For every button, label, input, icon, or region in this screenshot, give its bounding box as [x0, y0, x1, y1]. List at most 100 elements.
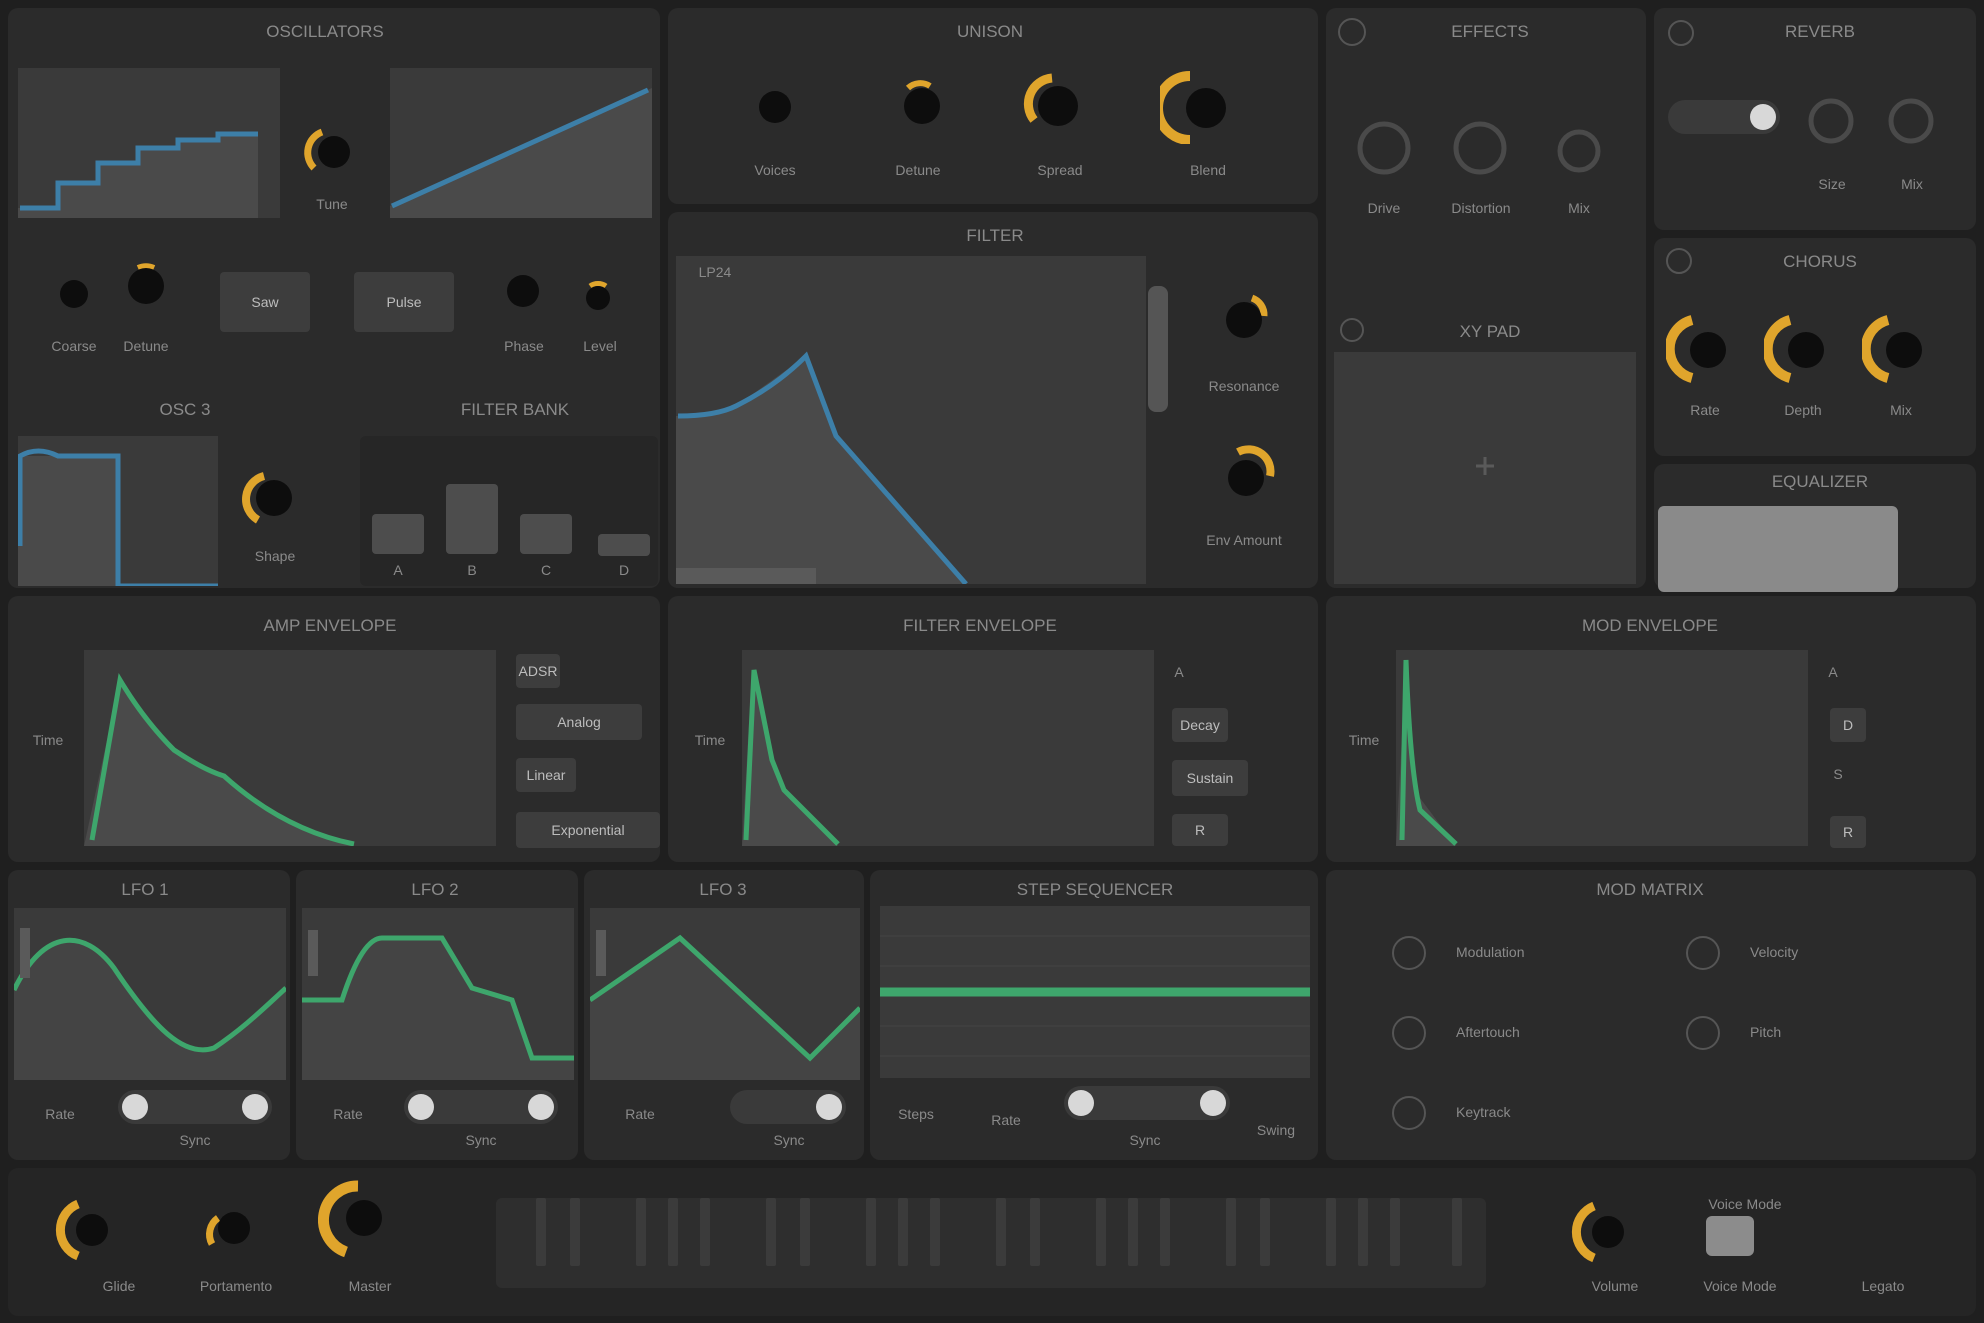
filter-slider[interactable]: [1148, 286, 1168, 412]
lfo1-graph[interactable]: [14, 908, 286, 1080]
mod-env-btn-s[interactable]: S: [1818, 766, 1858, 782]
unison-voices-knob[interactable]: [752, 84, 798, 130]
master-knob[interactable]: [318, 1180, 396, 1258]
volume-knob[interactable]: [1570, 1200, 1634, 1264]
chorus-depth-knob[interactable]: [1764, 314, 1834, 384]
filter-bank-bar-1[interactable]: [372, 514, 424, 554]
osc3-shape-knob[interactable]: [240, 468, 302, 530]
black-key[interactable]: [1128, 1198, 1138, 1266]
mod-matrix-slot-2-icon[interactable]: [1686, 936, 1720, 970]
osc-wave-select-2[interactable]: Pulse: [354, 272, 454, 332]
effects-drive-label: Drive: [1367, 200, 1401, 216]
osc-level-knob[interactable]: [578, 276, 618, 316]
osc-tune-knob[interactable]: [300, 122, 360, 182]
osc3-wave[interactable]: [18, 436, 218, 586]
reverb-mix-knob[interactable]: [1886, 96, 1936, 146]
black-key[interactable]: [1096, 1198, 1106, 1266]
lfo2-sync-toggle[interactable]: [404, 1090, 558, 1124]
unison-blend-knob[interactable]: [1160, 68, 1236, 144]
effects-distortion-knob[interactable]: [1452, 120, 1508, 176]
black-key[interactable]: [1260, 1198, 1270, 1266]
filter-env-btn-r[interactable]: R: [1172, 814, 1228, 846]
mod-matrix-slot-5[interactable]: Keytrack: [1456, 1104, 1596, 1120]
mod-env-btn-d[interactable]: D: [1830, 708, 1866, 742]
mod-matrix-slot-3-icon[interactable]: [1392, 1016, 1426, 1050]
seq-sync-toggle[interactable]: [1064, 1086, 1230, 1120]
lfo3-graph[interactable]: [590, 908, 860, 1080]
filter-env-btn-a[interactable]: A: [1164, 664, 1194, 680]
mod-matrix-slot-4[interactable]: Pitch: [1750, 1024, 1890, 1040]
piano-keyboard[interactable]: [496, 1198, 1486, 1288]
osc-coarse-knob[interactable]: [54, 270, 94, 314]
unison-detune-knob[interactable]: [890, 72, 950, 132]
filter-bank-bar-2[interactable]: [446, 484, 498, 554]
chorus-power-icon[interactable]: [1666, 248, 1692, 274]
reverb-toggle[interactable]: [1668, 100, 1780, 134]
effects-power-icon[interactable]: [1338, 18, 1366, 46]
black-key[interactable]: [570, 1198, 580, 1266]
mod-matrix-slot-1-icon[interactable]: [1392, 936, 1426, 970]
black-key[interactable]: [536, 1198, 546, 1266]
amp-envelope-graph[interactable]: [84, 650, 496, 846]
black-key[interactable]: [866, 1198, 876, 1266]
eq-display[interactable]: [1658, 506, 1898, 592]
amp-env-mode-linear[interactable]: Linear: [516, 758, 576, 792]
xy-pad-power-icon[interactable]: [1340, 318, 1364, 342]
black-key[interactable]: [898, 1198, 908, 1266]
mod-matrix-slot-1[interactable]: Modulation: [1456, 944, 1596, 960]
chorus-mix-knob[interactable]: [1862, 314, 1932, 384]
mod-matrix-slot-2[interactable]: Velocity: [1750, 944, 1890, 960]
amp-env-mode-analog[interactable]: Analog: [516, 704, 642, 740]
lfo2-graph[interactable]: [302, 908, 574, 1080]
filter-response-graph[interactable]: [676, 256, 1146, 584]
xy-pad[interactable]: [1334, 352, 1636, 584]
black-key[interactable]: [1390, 1198, 1400, 1266]
black-key[interactable]: [766, 1198, 776, 1266]
osc-wave-select-1[interactable]: Saw: [220, 272, 310, 332]
black-key[interactable]: [800, 1198, 810, 1266]
osc-detune-knob[interactable]: [118, 256, 174, 312]
mod-env-btn-a[interactable]: A: [1818, 664, 1848, 680]
filter-envelope-graph[interactable]: [742, 650, 1154, 846]
osc2-wave[interactable]: [390, 68, 652, 218]
black-key[interactable]: [1452, 1198, 1462, 1266]
black-key[interactable]: [636, 1198, 646, 1266]
black-key[interactable]: [1030, 1198, 1040, 1266]
effects-mix-knob[interactable]: [1556, 128, 1602, 174]
unison-spread-knob[interactable]: [1018, 68, 1088, 138]
reverb-size-knob[interactable]: [1806, 96, 1856, 146]
mod-matrix-slot-4-icon[interactable]: [1686, 1016, 1720, 1050]
filter-type-tag[interactable]: LP24: [690, 264, 740, 280]
portamento-knob[interactable]: [198, 1198, 262, 1262]
black-key[interactable]: [1226, 1198, 1236, 1266]
black-key[interactable]: [668, 1198, 678, 1266]
mod-matrix-slot-5-icon[interactable]: [1392, 1096, 1426, 1130]
lfo3-sync-toggle[interactable]: [730, 1090, 846, 1124]
black-key[interactable]: [996, 1198, 1006, 1266]
osc-phase-knob[interactable]: [500, 268, 546, 314]
mod-envelope-graph[interactable]: [1396, 650, 1808, 846]
black-key[interactable]: [1160, 1198, 1170, 1266]
filter-env-amount-knob[interactable]: [1214, 440, 1280, 506]
effects-drive-knob[interactable]: [1356, 120, 1412, 176]
step-sequencer-grid[interactable]: [880, 906, 1310, 1078]
black-key[interactable]: [930, 1198, 940, 1266]
mod-env-btn-r[interactable]: R: [1830, 816, 1866, 848]
mod-matrix-slot-3[interactable]: Aftertouch: [1456, 1024, 1596, 1040]
filter-env-btn-decay[interactable]: Decay: [1172, 708, 1228, 742]
voice-mode-button[interactable]: [1706, 1216, 1754, 1256]
reverb-power-icon[interactable]: [1668, 20, 1694, 46]
osc1-wave[interactable]: [18, 68, 280, 218]
glide-knob[interactable]: [54, 1198, 118, 1262]
chorus-rate-knob[interactable]: [1666, 314, 1736, 384]
lfo1-sync-toggle[interactable]: [118, 1090, 272, 1124]
amp-env-mode-exponential[interactable]: Exponential: [516, 812, 660, 848]
black-key[interactable]: [700, 1198, 710, 1266]
amp-env-mode-adsr[interactable]: ADSR: [516, 654, 560, 688]
filter-resonance-knob[interactable]: [1214, 286, 1274, 346]
black-key[interactable]: [1358, 1198, 1368, 1266]
filter-env-btn-sustain[interactable]: Sustain: [1172, 760, 1248, 796]
filter-bank-bar-3[interactable]: [520, 514, 572, 554]
black-key[interactable]: [1326, 1198, 1336, 1266]
filter-bank-bar-4[interactable]: [598, 534, 650, 556]
